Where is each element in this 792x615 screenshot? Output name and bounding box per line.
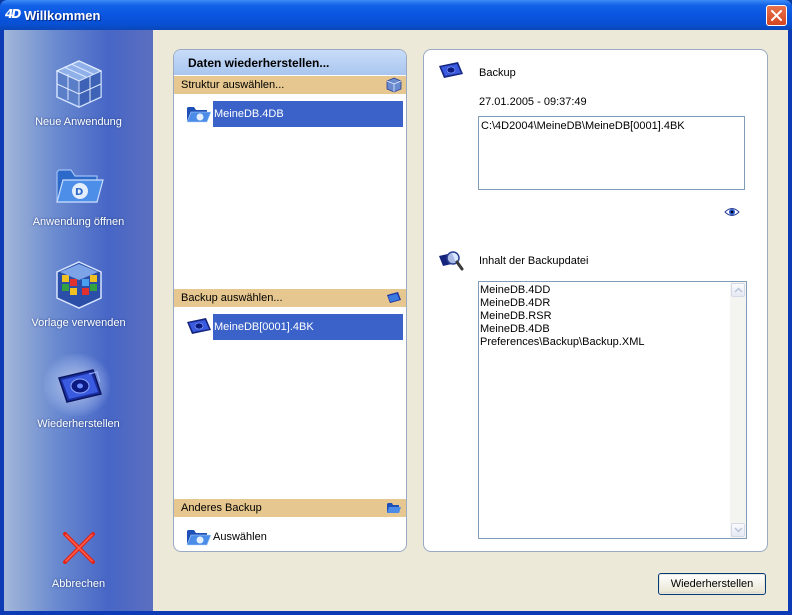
structure-item-label: MeineDB.4DB — [213, 101, 403, 127]
sidebar-item-new-application[interactable]: Neue Anwendung — [4, 58, 153, 128]
structure-cube-icon[interactable] — [386, 77, 402, 93]
sidebar-item-cancel[interactable]: Abbrechen — [4, 528, 153, 590]
folder-icon — [186, 530, 212, 546]
backup-contents-list[interactable]: MeineDB.4DD MeineDB.4DR MeineDB.RSR Mein… — [478, 281, 747, 539]
backup-disk-icon[interactable] — [386, 290, 402, 306]
close-icon — [771, 10, 782, 21]
vertical-scrollbar[interactable] — [730, 282, 746, 538]
template-cube-icon — [55, 261, 102, 309]
backup-date: 27.01.2005 - 09:37:49 — [479, 96, 587, 108]
backup-disk-icon — [187, 318, 211, 334]
structure-section-header: Struktur auswählen... — [174, 76, 406, 94]
close-button[interactable] — [766, 5, 787, 26]
section-title: Backup auswählen... — [181, 292, 283, 304]
backup-item[interactable]: MeineDB[0001].4BK — [186, 314, 403, 340]
sidebar-item-label: Abbrechen — [51, 578, 106, 590]
choose-label: Auswählen — [213, 531, 267, 543]
structure-item[interactable]: MeineDB.4DB — [186, 101, 403, 127]
chevron-down-icon — [734, 527, 743, 533]
list-item[interactable]: MeineDB.RSR — [480, 310, 730, 323]
sidebar-item-label: Neue Anwendung — [35, 116, 122, 128]
list-item[interactable]: MeineDB.4DR — [480, 297, 730, 310]
folder-icon[interactable] — [386, 500, 402, 516]
list-item[interactable]: Preferences\Backup\Backup.XML — [480, 336, 730, 349]
sidebar-item-use-template[interactable]: Vorlage verwenden — [4, 259, 153, 329]
eye-icon[interactable] — [724, 206, 740, 218]
welcome-window: 4D Willkommen Neue Anwendung D Anwendung… — [0, 0, 792, 615]
backup-item-label: MeineDB[0001].4BK — [213, 314, 403, 340]
backup-path-field[interactable]: C:\4D2004\MeineDB\MeineDB[0001].4BK — [478, 116, 745, 190]
restore-button[interactable]: Wiederherstellen — [658, 573, 766, 595]
list-item[interactable]: MeineDB.4DD — [480, 284, 730, 297]
scroll-up-button[interactable] — [731, 283, 745, 297]
sidebar: Neue Anwendung D Anwendung öffnen Vorlag… — [4, 30, 153, 611]
folder-icon — [186, 107, 212, 123]
section-divider — [456, 233, 756, 234]
sidebar-item-label: Anwendung öffnen — [32, 216, 125, 228]
folder-icon: D — [55, 169, 104, 203]
sidebar-item-restore[interactable]: Wiederherstellen — [4, 354, 153, 430]
scroll-down-button[interactable] — [731, 523, 745, 537]
sidebar-item-label: Wiederherstellen — [37, 418, 120, 430]
sidebar-item-label: Vorlage verwenden — [31, 317, 126, 329]
choose-other-backup[interactable]: Auswählen — [186, 524, 403, 550]
magnifier-icon — [439, 251, 464, 271]
contents-label: Inhalt der Backupdatei — [479, 255, 589, 267]
red-x-icon — [62, 532, 95, 564]
backup-disk-icon — [439, 62, 463, 78]
contents-items: MeineDB.4DD MeineDB.4DR MeineDB.RSR Mein… — [480, 284, 730, 349]
app-logo-icon: 4D — [5, 7, 21, 21]
sidebar-item-open-application[interactable]: D Anwendung öffnen — [4, 158, 153, 228]
title-bar[interactable]: 4D Willkommen — [0, 0, 792, 30]
section-title: Struktur auswählen... — [181, 79, 285, 91]
panel-header: Daten wiederherstellen... — [174, 50, 406, 75]
client-area: Neue Anwendung D Anwendung öffnen Vorlag… — [4, 30, 788, 611]
restore-source-panel: Daten wiederherstellen... Struktur auswä… — [173, 49, 407, 552]
list-item[interactable]: MeineDB.4DB — [480, 323, 730, 336]
backup-label: Backup — [479, 67, 516, 79]
chevron-up-icon — [734, 287, 743, 293]
other-backup-section-header: Anderes Backup — [174, 499, 406, 517]
restore-icon — [57, 369, 102, 403]
section-title: Anderes Backup — [181, 502, 262, 514]
cube-icon — [55, 60, 102, 108]
svg-text:D: D — [75, 187, 83, 198]
window-title: Willkommen — [24, 8, 101, 23]
backup-section-header: Backup auswählen... — [174, 289, 406, 307]
backup-details-panel: Backup 27.01.2005 - 09:37:49 C:\4D2004\M… — [423, 49, 768, 552]
